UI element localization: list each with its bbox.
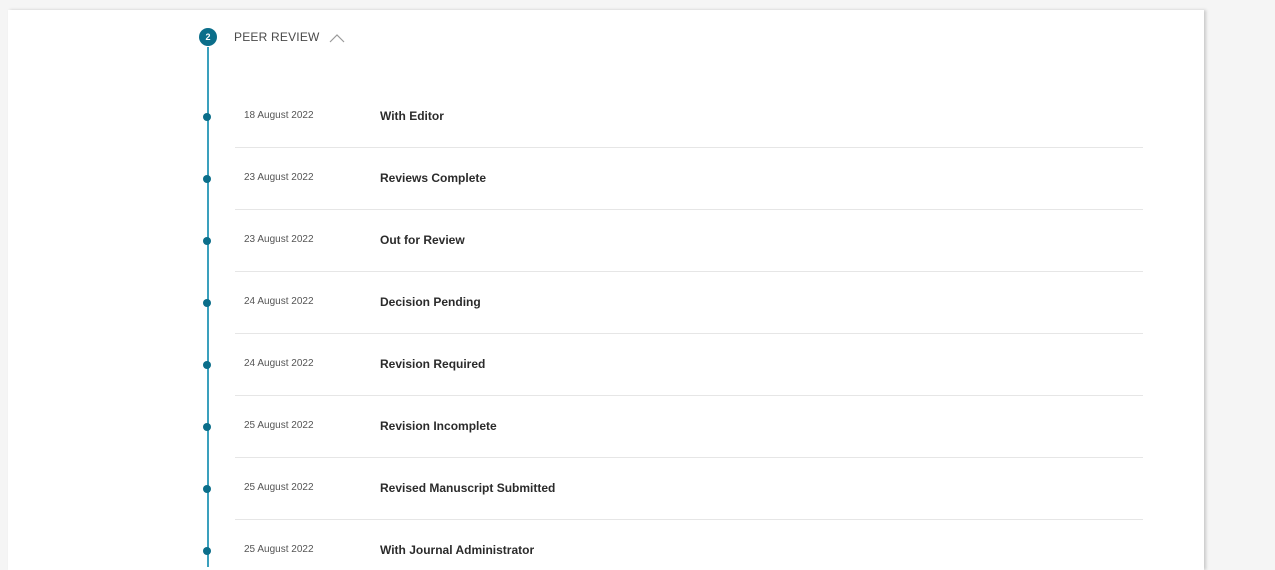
timeline-date: 24 August 2022: [244, 296, 314, 307]
timeline-date: 24 August 2022: [244, 358, 314, 369]
timeline-item: 23 August 2022 Reviews Complete: [200, 148, 1143, 210]
timeline-date: 25 August 2022: [244, 544, 314, 555]
timeline-status: Reviews Complete: [380, 171, 487, 185]
step-number-badge: 2: [199, 28, 217, 46]
timeline-status: Out for Review: [380, 233, 465, 247]
timeline-status: Revision Incomplete: [380, 419, 497, 433]
timeline-item-content: 24 August 2022 Decision Pending: [235, 272, 1143, 334]
timeline-dot: [203, 113, 211, 121]
timeline-item: 25 August 2022 Revision Incomplete: [200, 396, 1143, 458]
timeline-item: 18 August 2022 With Editor: [200, 86, 1143, 148]
timeline-status: With Editor: [380, 109, 444, 123]
timeline-item: 25 August 2022 Revised Manuscript Submit…: [200, 458, 1143, 520]
timeline-status: With Journal Administrator: [380, 543, 535, 557]
timeline-item: 25 August 2022 With Journal Administrato…: [200, 520, 1143, 559]
timeline-date: 18 August 2022: [244, 110, 314, 121]
timeline-status: Revision Required: [380, 357, 486, 371]
timeline-status: Revised Manuscript Submitted: [380, 481, 556, 495]
timeline-item-content: 25 August 2022 Revised Manuscript Submit…: [235, 458, 1143, 520]
timeline-item-content: 23 August 2022 Out for Review: [235, 210, 1143, 272]
timeline-item-content: 24 August 2022 Revision Required: [235, 334, 1143, 396]
timeline-item-content: 18 August 2022 With Editor: [235, 86, 1143, 148]
timeline-date: 25 August 2022: [244, 420, 314, 431]
peer-review-section-header[interactable]: 2 PEER REVIEW: [199, 26, 346, 48]
timeline-dot: [203, 299, 211, 307]
timeline-dot: [203, 237, 211, 245]
timeline-status: Decision Pending: [380, 295, 481, 309]
timeline-dot: [203, 361, 211, 369]
timeline-dot: [203, 485, 211, 493]
timeline-dot: [203, 547, 211, 555]
timeline-date: 25 August 2022: [244, 482, 314, 493]
timeline-dot: [203, 175, 211, 183]
timeline-item: 24 August 2022 Decision Pending: [200, 272, 1143, 334]
timeline-item: 24 August 2022 Revision Required: [200, 334, 1143, 396]
timeline-item-content: 25 August 2022 Revision Incomplete: [235, 396, 1143, 458]
timeline-dot: [203, 423, 211, 431]
timeline-item: 23 August 2022 Out for Review: [200, 210, 1143, 272]
timeline-date: 23 August 2022: [244, 172, 314, 183]
chevron-up-icon[interactable]: [328, 31, 346, 43]
timeline-item-content: 23 August 2022 Reviews Complete: [235, 148, 1143, 210]
section-title: PEER REVIEW: [234, 30, 320, 44]
timeline-item-content: 25 August 2022 With Journal Administrato…: [235, 520, 1143, 559]
timeline-date: 23 August 2022: [244, 234, 314, 245]
